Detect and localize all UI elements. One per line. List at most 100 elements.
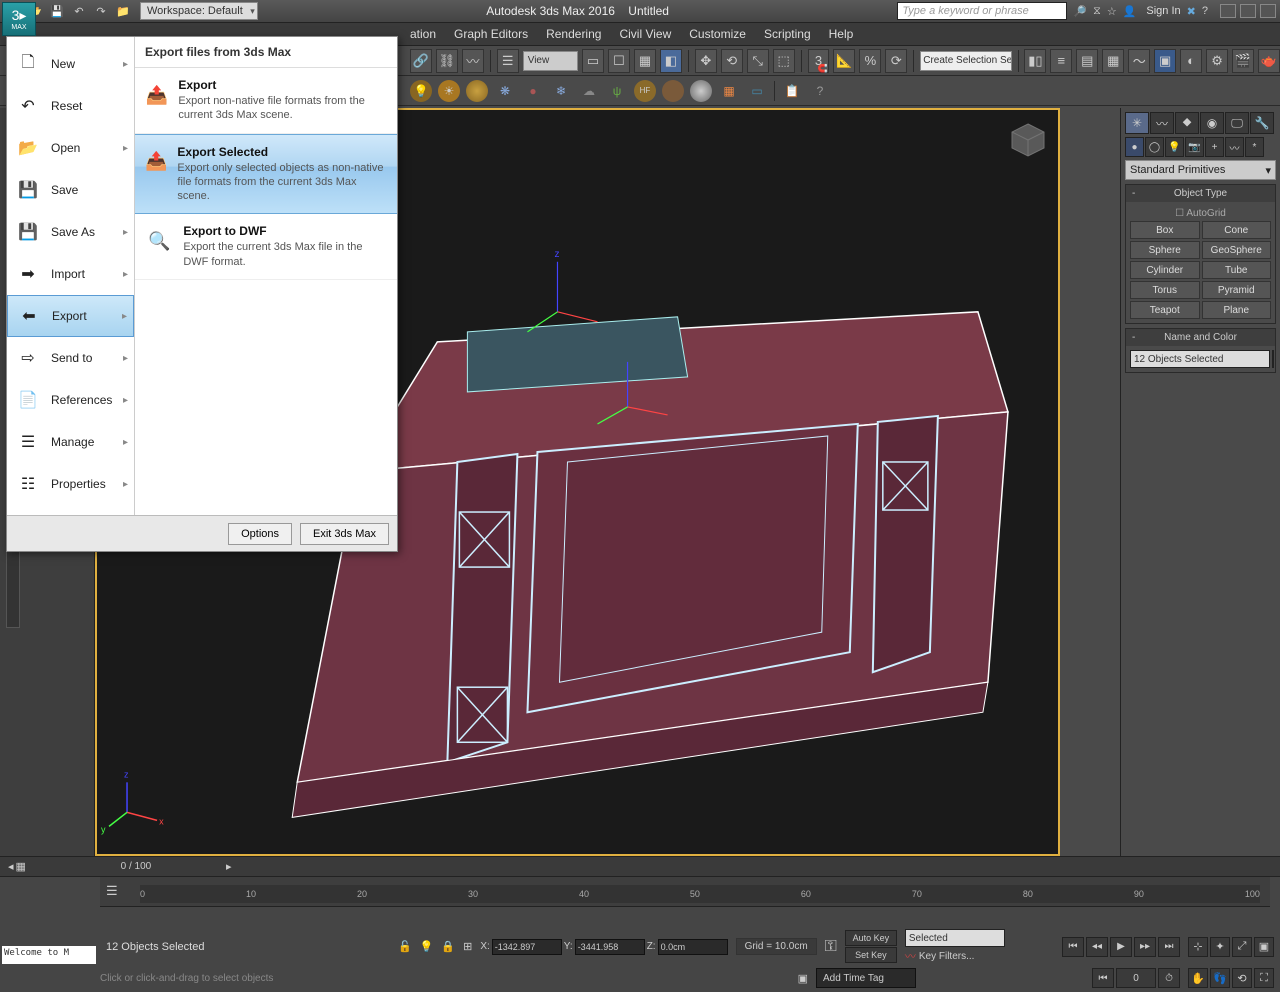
primitive-plane[interactable]: Plane: [1202, 301, 1272, 319]
menu-new[interactable]: 🗋New▸: [7, 43, 134, 85]
menu-scripting[interactable]: Scripting: [764, 27, 811, 41]
scale-icon[interactable]: ⤡: [747, 49, 769, 73]
move-icon[interactable]: ✥: [695, 49, 717, 73]
named-selection-set[interactable]: Create Selection Se: [920, 51, 1011, 71]
goto-start-icon[interactable]: ⏮: [1062, 937, 1084, 957]
help-icon[interactable]: ?: [1202, 5, 1208, 17]
export-dwf-item[interactable]: 🔍 Export to DWFExport the current 3ds Ma…: [135, 214, 397, 280]
undo-icon[interactable]: ↶: [70, 2, 88, 20]
nav-3[interactable]: ⤢: [1232, 937, 1252, 957]
nav-2[interactable]: ✦: [1210, 937, 1230, 957]
menu-properties[interactable]: ☷Properties▸: [7, 463, 134, 505]
play-icon[interactable]: ▶: [1110, 937, 1132, 957]
autokey-button[interactable]: Auto Key: [845, 930, 897, 946]
walk-icon[interactable]: 👣: [1210, 968, 1230, 988]
spinner-snap-icon[interactable]: ⟳: [885, 49, 907, 73]
binoculars-icon[interactable]: 🔎: [1073, 5, 1087, 18]
hierarchy-tab[interactable]: ⯁: [1175, 112, 1199, 134]
close-button[interactable]: [1260, 4, 1276, 18]
populate-icon[interactable]: 📋: [781, 80, 803, 102]
menu-references[interactable]: 📄References▸: [7, 379, 134, 421]
nav-1[interactable]: ⊹: [1188, 937, 1208, 957]
cloud-icon[interactable]: ☁: [578, 80, 600, 102]
lock-icon[interactable]: 🔒: [441, 940, 455, 953]
time-config-icon[interactable]: ⏱: [1158, 968, 1180, 988]
primitive-sphere[interactable]: Sphere: [1130, 241, 1200, 259]
curve-editor-icon[interactable]: 〜: [1128, 49, 1150, 73]
render-setup-icon[interactable]: ⚙: [1206, 49, 1228, 73]
workspace-dropdown[interactable]: Workspace: Default: [140, 2, 258, 20]
menu-sendto[interactable]: ⇨Send to▸: [7, 337, 134, 379]
shapes-tab[interactable]: ◯: [1145, 137, 1164, 157]
grass-icon[interactable]: ψ: [606, 80, 628, 102]
keyfilters-button[interactable]: Key Filters...: [919, 951, 975, 962]
cameras-tab[interactable]: 📷: [1185, 137, 1204, 157]
motion-tab[interactable]: ◉: [1200, 112, 1224, 134]
menu-saveas[interactable]: 💾Save As▸: [7, 211, 134, 253]
select-icon[interactable]: ▭: [582, 49, 604, 73]
snap-toggle-icon[interactable]: 3🧲: [808, 49, 830, 73]
cat-icon[interactable]: ▭: [746, 80, 768, 102]
coord-x[interactable]: -1342.897: [492, 939, 562, 955]
menu-customize[interactable]: Customize: [689, 27, 746, 41]
selection-filter-dropdown[interactable]: View: [523, 51, 578, 71]
helpers-tab[interactable]: +: [1205, 137, 1224, 157]
menu-reset[interactable]: ↶Reset: [7, 85, 134, 127]
menu-civilview[interactable]: Civil View: [619, 27, 671, 41]
particle2-icon[interactable]: ●: [522, 80, 544, 102]
track-bar[interactable]: ◂ ▦ 0 / 100 ▸: [0, 857, 1280, 877]
object-name-field[interactable]: [1130, 350, 1270, 368]
maximize-button[interactable]: [1240, 4, 1256, 18]
primitive-cylinder[interactable]: Cylinder: [1130, 261, 1200, 279]
subscription-icon[interactable]: ⧖: [1093, 5, 1101, 18]
user-icon[interactable]: 👤: [1123, 5, 1137, 18]
menu-help[interactable]: Help: [829, 27, 854, 41]
key-mode-icon[interactable]: ⚿: [825, 938, 837, 956]
modify-tab[interactable]: 〰: [1150, 112, 1174, 134]
material-editor-icon[interactable]: ◐: [1180, 49, 1202, 73]
spacewarps-tab[interactable]: 〰: [1225, 137, 1244, 157]
link-icon[interactable]: 🔗: [410, 49, 432, 73]
utilities-tab[interactable]: 🔧: [1250, 112, 1274, 134]
snow-icon[interactable]: ❄: [550, 80, 572, 102]
primitive-geosphere[interactable]: GeoSphere: [1202, 241, 1272, 259]
goto-end-icon[interactable]: ⏭: [1158, 937, 1180, 957]
menu-manage[interactable]: ☰Manage▸: [7, 421, 134, 463]
coord-y[interactable]: -3441.958: [575, 939, 645, 955]
sphere-gold-icon[interactable]: [466, 80, 488, 102]
viewport-layout-icon[interactable]: [6, 548, 20, 628]
abs-icon[interactable]: ⊞: [463, 940, 472, 953]
favorite-icon[interactable]: ☆: [1107, 5, 1117, 18]
viewcube[interactable]: [1008, 120, 1048, 160]
keyfilter-icon[interactable]: 〰: [905, 948, 916, 964]
frame-spinner[interactable]: 0: [1116, 968, 1156, 988]
primitive-torus[interactable]: Torus: [1130, 281, 1200, 299]
primitive-category-dropdown[interactable]: Standard Primitives▾: [1125, 160, 1276, 180]
schematic-icon[interactable]: ▣: [1154, 49, 1176, 73]
create-tab[interactable]: ✳: [1125, 112, 1149, 134]
rotate-icon[interactable]: ⟲: [721, 49, 743, 73]
angle-snap-icon[interactable]: 📐: [833, 49, 855, 73]
redo-icon[interactable]: ↷: [92, 2, 110, 20]
display-tab[interactable]: 🖵: [1225, 112, 1249, 134]
stone-icon[interactable]: [662, 80, 684, 102]
bind-spacewarp-icon[interactable]: 〰: [462, 49, 484, 73]
object-color-swatch[interactable]: [1272, 350, 1274, 368]
select-name-icon[interactable]: ☐: [608, 49, 630, 73]
percent-snap-icon[interactable]: %: [859, 49, 881, 73]
minimize-button[interactable]: [1220, 4, 1236, 18]
project-folder-icon[interactable]: 📁: [114, 2, 132, 20]
menu-export[interactable]: ⬅Export▸: [7, 295, 134, 337]
menu-save[interactable]: 💾Save: [7, 169, 134, 211]
autogrid-checkbox[interactable]: ☐ AutoGrid: [1130, 206, 1271, 221]
help2-icon[interactable]: ?: [809, 80, 831, 102]
window-crossing-icon[interactable]: ◧: [660, 49, 682, 73]
timeline[interactable]: ☰ 0102030405060708090100: [100, 877, 1270, 907]
hair-icon[interactable]: HF: [634, 80, 656, 102]
key-target-dropdown[interactable]: Selected: [905, 929, 1005, 947]
lights-tab[interactable]: 💡: [1165, 137, 1184, 157]
ribbon-icon[interactable]: ▦: [1102, 49, 1124, 73]
sun-icon[interactable]: ☀: [438, 80, 460, 102]
primitive-pyramid[interactable]: Pyramid: [1202, 281, 1272, 299]
menu-open[interactable]: 📂Open▸: [7, 127, 134, 169]
